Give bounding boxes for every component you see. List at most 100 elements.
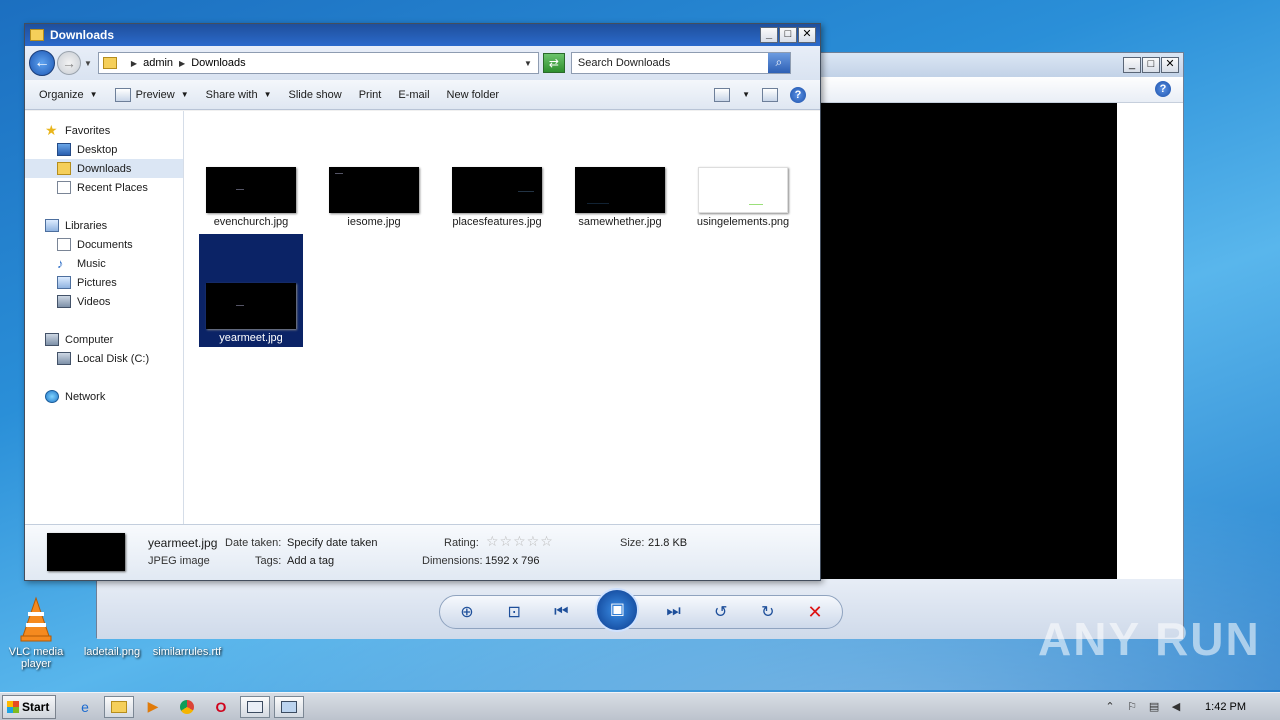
help-icon[interactable]: ? bbox=[1155, 81, 1171, 97]
nav-videos[interactable]: Videos bbox=[25, 292, 183, 311]
delete-icon[interactable]: ✕ bbox=[802, 602, 828, 623]
maximize-button[interactable]: □ bbox=[1142, 57, 1160, 73]
chevron-down-icon: ▼ bbox=[89, 90, 98, 99]
clock[interactable]: 1:42 PM bbox=[1205, 701, 1246, 713]
nav-downloads[interactable]: Downloads bbox=[25, 159, 183, 178]
zoom-icon[interactable]: ⊕ bbox=[454, 602, 480, 622]
desktop-icon-vlc[interactable]: VLC media player bbox=[6, 596, 66, 670]
start-button[interactable]: Start bbox=[2, 694, 56, 719]
help-icon[interactable]: ? bbox=[790, 86, 806, 103]
maximize-button[interactable]: □ bbox=[779, 27, 797, 43]
desktop-icon-ladetail[interactable]: ladetail.png bbox=[80, 646, 144, 658]
search-input[interactable]: Search Downloads ⌕ bbox=[570, 52, 791, 74]
chevron-down-icon: ▼ bbox=[263, 90, 272, 99]
preview-icon bbox=[114, 87, 131, 102]
taskbar-media-player-icon[interactable]: ▶ bbox=[138, 696, 168, 718]
chevron-right-icon[interactable]: ▶ bbox=[131, 59, 137, 68]
recent-pages-dropdown-icon[interactable]: ▼ bbox=[84, 59, 92, 68]
libraries-icon bbox=[45, 219, 59, 232]
nav-music[interactable]: ♪ Music bbox=[25, 254, 183, 273]
file-item[interactable]: usingelements.png bbox=[691, 157, 795, 267]
previous-icon[interactable]: ⏮ bbox=[548, 603, 574, 621]
slideshow-play-icon[interactable]: ▣ bbox=[595, 588, 640, 632]
address-bar[interactable]: ▶ admin ▶ Downloads ▼ bbox=[97, 52, 539, 74]
file-item[interactable]: iesome.jpg bbox=[322, 157, 426, 267]
downloads-folder-icon bbox=[57, 162, 71, 175]
taskbar-chrome-icon[interactable] bbox=[172, 696, 202, 718]
navigation-pane: ★ Favorites Desktop Downloads Recent Plac… bbox=[25, 111, 184, 524]
close-button[interactable]: ✕ bbox=[798, 27, 816, 43]
forward-button[interactable]: → bbox=[57, 51, 81, 75]
file-name: iesome.jpg bbox=[347, 216, 401, 228]
nav-libraries[interactable]: Libraries bbox=[25, 216, 183, 235]
nav-desktop[interactable]: Desktop bbox=[25, 140, 183, 159]
rotate-right-icon[interactable]: ↻ bbox=[755, 602, 781, 622]
taskbar-ie-icon[interactable]: e bbox=[70, 696, 100, 718]
taskbar-opera-icon[interactable]: O bbox=[206, 696, 236, 718]
chevron-right-icon[interactable]: ▶ bbox=[179, 59, 185, 68]
file-item-selected[interactable]: yearmeet.jpg bbox=[199, 234, 303, 347]
preview-button[interactable]: Preview ▼ bbox=[114, 87, 189, 102]
tags-value[interactable]: Add a tag bbox=[287, 555, 334, 567]
rating-stars-icon[interactable]: ☆☆☆☆☆ bbox=[486, 533, 554, 550]
taskbar-window-icon[interactable] bbox=[240, 695, 270, 718]
date-taken-value[interactable]: Specify date taken bbox=[287, 537, 378, 549]
network-tray-icon[interactable]: ▤ bbox=[1147, 700, 1161, 714]
system-tray: ⌃ ⚐ ▤ ◀ 1:42 PM bbox=[1103, 700, 1280, 714]
file-list: evenchurch.jpg iesome.jpg placesfeatures… bbox=[184, 111, 820, 524]
nav-network[interactable]: Network bbox=[25, 387, 183, 406]
email-button[interactable]: E-mail bbox=[398, 89, 429, 101]
documents-icon bbox=[57, 238, 71, 251]
search-icon[interactable]: ⌕ bbox=[767, 53, 790, 73]
show-hidden-icons-icon[interactable]: ⌃ bbox=[1103, 700, 1117, 714]
watermark: ANY RUN bbox=[1038, 613, 1261, 665]
print-label: Print bbox=[358, 88, 382, 101]
details-pane: yearmeet.jpg JPEG image Date taken: Spec… bbox=[25, 524, 820, 580]
share-with-button[interactable]: Share with ▼ bbox=[206, 89, 272, 101]
action-center-flag-icon[interactable]: ⚐ bbox=[1125, 700, 1139, 714]
nav-downloads-label: Downloads bbox=[77, 162, 132, 175]
desktop-icon-similarrules[interactable]: similarrules.rtf bbox=[150, 646, 224, 658]
nav-favorites-label: Favorites bbox=[65, 124, 111, 137]
actual-size-icon[interactable]: ⊡ bbox=[501, 602, 527, 622]
folder-icon bbox=[30, 29, 44, 41]
preview-pane-icon[interactable] bbox=[762, 87, 778, 102]
nav-recent-places[interactable]: Recent Places bbox=[25, 178, 183, 197]
breadcrumb-admin[interactable]: admin bbox=[143, 57, 173, 69]
tags-label: Tags: bbox=[255, 555, 282, 567]
nav-computer[interactable]: Computer bbox=[25, 330, 183, 349]
file-thumbnail bbox=[329, 167, 419, 213]
taskbar-explorer-icon[interactable] bbox=[104, 695, 134, 718]
new-folder-button[interactable]: New folder bbox=[447, 89, 500, 101]
back-button[interactable]: ← bbox=[29, 50, 55, 76]
minimize-button[interactable]: _ bbox=[1123, 57, 1141, 73]
rotate-left-icon[interactable]: ↺ bbox=[708, 602, 734, 622]
taskbar-photo-viewer-icon[interactable] bbox=[274, 695, 304, 718]
organize-button[interactable]: Organize ▼ bbox=[39, 89, 98, 101]
print-button[interactable]: Print bbox=[359, 89, 382, 101]
chevron-down-icon[interactable]: ▼ bbox=[742, 90, 750, 99]
nav-local-disk[interactable]: Local Disk (C:) bbox=[25, 349, 183, 368]
nav-pictures[interactable]: Pictures bbox=[25, 273, 183, 292]
next-icon[interactable]: ⏭ bbox=[661, 603, 687, 621]
breadcrumb-downloads[interactable]: Downloads bbox=[191, 57, 245, 69]
organize-label: Organize bbox=[39, 88, 84, 101]
nav-favorites[interactable]: ★ Favorites bbox=[25, 121, 183, 140]
minimize-button[interactable]: _ bbox=[760, 27, 778, 43]
explorer-window[interactable]: Downloads _ □ ✕ ← → ▼ ▶ admin ▶ Download… bbox=[24, 23, 821, 581]
change-view-icon[interactable] bbox=[714, 87, 731, 102]
refresh-button[interactable]: ⇄ bbox=[542, 53, 565, 73]
nav-music-label: Music bbox=[77, 257, 106, 270]
chevron-down-icon[interactable]: ▼ bbox=[524, 59, 532, 68]
close-button[interactable]: ✕ bbox=[1161, 57, 1179, 73]
start-label: Start bbox=[22, 699, 50, 714]
file-item[interactable]: samewhether.jpg bbox=[568, 157, 672, 267]
explorer-titlebar[interactable]: Downloads _ □ ✕ bbox=[25, 24, 820, 46]
file-item[interactable]: placesfeatures.jpg bbox=[445, 157, 549, 267]
volume-icon[interactable]: ◀ bbox=[1169, 700, 1183, 714]
slide-show-button[interactable]: Slide show bbox=[289, 89, 342, 101]
nav-documents[interactable]: Documents bbox=[25, 235, 183, 254]
pictures-icon bbox=[57, 276, 71, 289]
desktop-icon-label: ladetail.png bbox=[83, 646, 141, 658]
date-taken-label: Date taken: bbox=[225, 537, 282, 549]
